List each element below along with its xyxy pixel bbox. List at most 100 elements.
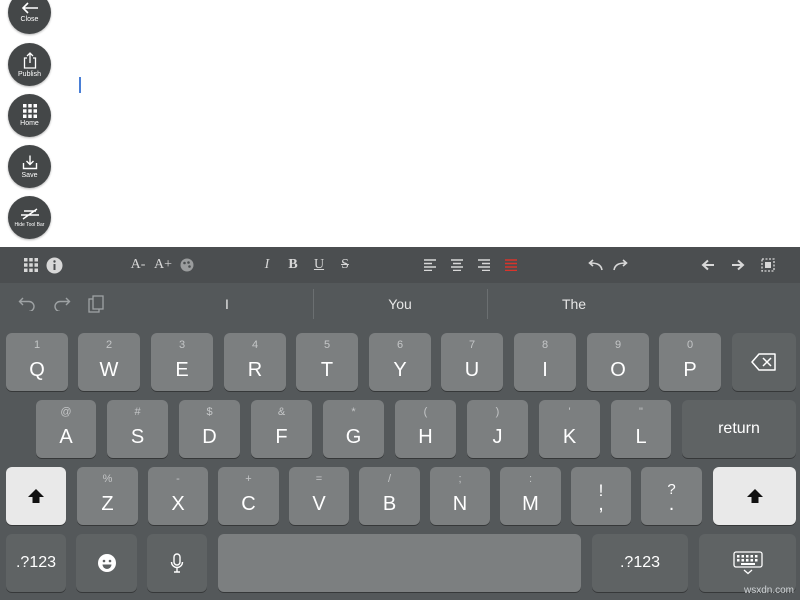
key-k[interactable]: ' K (539, 400, 600, 458)
bold-button[interactable]: B (284, 247, 302, 283)
font-larger-button[interactable]: A+ (153, 247, 173, 283)
hide-toolbar-label: Hide Tool Bar (14, 221, 45, 228)
hide-toolbar-button[interactable]: Hide Tool Bar (8, 196, 51, 239)
key-m[interactable]: :M (500, 467, 561, 525)
return-key[interactable]: return (682, 400, 796, 458)
suggestion-item[interactable]: The (488, 283, 660, 325)
strikethrough-label: S (341, 257, 349, 272)
key-w[interactable]: 2W (78, 333, 140, 391)
strikethrough-button[interactable]: S (336, 247, 354, 283)
key-label: A (59, 426, 73, 448)
align-justify-button[interactable] (502, 247, 520, 283)
key-d[interactable]: $ D (179, 400, 240, 458)
key-h[interactable]: (H (395, 400, 456, 458)
align-center-button[interactable] (448, 247, 466, 283)
font-smaller-button[interactable]: A- (128, 247, 148, 283)
numbers-key-left[interactable]: .?123 (6, 534, 66, 592)
grid-icon (22, 104, 37, 118)
align-right-icon (478, 259, 490, 271)
key-label: H (418, 426, 433, 448)
redo-button[interactable] (611, 247, 631, 283)
space-key[interactable] (218, 534, 581, 592)
key-label: C (241, 493, 256, 515)
key-a[interactable]: @ A (36, 400, 96, 458)
font-larger-label: A+ (153, 257, 172, 272)
font-style-button[interactable] (178, 247, 196, 283)
key-g[interactable]: * G (323, 400, 384, 458)
numbers-key-right[interactable]: .?123 (592, 534, 688, 592)
shift-key-right[interactable] (713, 467, 796, 525)
key-b[interactable]: / B (359, 467, 420, 525)
info-button[interactable] (44, 247, 64, 283)
suggestion-item[interactable]: I (142, 283, 312, 325)
italic-label: I (264, 257, 270, 272)
info-icon (46, 257, 62, 273)
key-p[interactable]: 0P (659, 333, 721, 391)
redo-icon (54, 297, 71, 311)
apps-grid-button[interactable] (22, 247, 40, 283)
keyboard-redo-button[interactable] (53, 283, 71, 325)
shift-icon (746, 489, 763, 503)
save-label: Save (21, 172, 38, 179)
save-button[interactable]: Save (8, 145, 51, 188)
key-label: J (492, 426, 503, 448)
key-j[interactable]: ) J (467, 400, 528, 458)
key-n[interactable]: ; N (430, 467, 490, 525)
key-label: I (542, 359, 548, 381)
cursor-left-button[interactable] (698, 247, 718, 283)
shift-key-left[interactable] (6, 467, 66, 525)
key-z[interactable]: % Z (77, 467, 138, 525)
watermark: wsxdn.com (743, 585, 794, 596)
cursor-right-button[interactable] (728, 247, 748, 283)
backspace-key[interactable] (732, 333, 796, 391)
editor-area[interactable]: Close Publish Home Save Hide Tool Bar (0, 0, 800, 247)
backspace-icon (751, 353, 776, 371)
key-u[interactable]: 7U (441, 333, 503, 391)
key-o[interactable]: 9O (587, 333, 649, 391)
key-r[interactable]: 4R (224, 333, 286, 391)
key-t[interactable]: 5T (296, 333, 358, 391)
key-s[interactable]: # S (107, 400, 168, 458)
key-q[interactable]: 1Q (6, 333, 68, 391)
italic-button[interactable]: I (258, 247, 276, 283)
emoji-key[interactable] (76, 534, 137, 592)
key-l[interactable]: " L (611, 400, 671, 458)
align-right-button[interactable] (475, 247, 493, 283)
key-y[interactable]: 6Y (369, 333, 431, 391)
key-hint: 9 (614, 339, 622, 351)
microphone-icon (170, 553, 184, 573)
underline-button[interactable]: U (310, 247, 328, 283)
select-all-button[interactable] (758, 247, 778, 283)
keyboard-paste-button[interactable] (88, 283, 104, 325)
key-e[interactable]: 3E (151, 333, 213, 391)
suggestion-item[interactable]: You (314, 283, 486, 325)
publish-button[interactable]: Publish (8, 43, 51, 86)
key-c[interactable]: + C (218, 467, 279, 525)
key-hint: ' (568, 406, 571, 418)
undo-icon (18, 297, 35, 311)
keyboard-undo-button[interactable] (18, 283, 36, 325)
home-label: Home (20, 120, 39, 127)
key-hint: 5 (323, 339, 331, 351)
key-f[interactable]: & F (251, 400, 312, 458)
key-v[interactable]: = V (289, 467, 349, 525)
align-left-button[interactable] (421, 247, 439, 283)
key-hint: 6 (396, 339, 404, 351)
key-x[interactable]: -X (148, 467, 208, 525)
hide-keyboard-key[interactable] (699, 534, 796, 592)
key-label: Z (101, 493, 114, 515)
close-button[interactable]: Close (8, 0, 51, 34)
align-left-icon (424, 259, 436, 271)
key-comma[interactable]: !, (571, 467, 631, 525)
arrow-left-icon (701, 259, 714, 271)
suggestion-bar: I You The (0, 283, 800, 325)
home-button[interactable]: Home (8, 94, 51, 137)
key-hint: 1 (33, 339, 41, 351)
arrow-right-icon (732, 259, 745, 271)
clipboard-icon (88, 295, 104, 313)
key-label: Q (29, 359, 45, 381)
key-i[interactable]: 8I (514, 333, 576, 391)
undo-button[interactable] (585, 247, 605, 283)
key-period[interactable]: ?. (641, 467, 702, 525)
dictation-key[interactable] (147, 534, 207, 592)
